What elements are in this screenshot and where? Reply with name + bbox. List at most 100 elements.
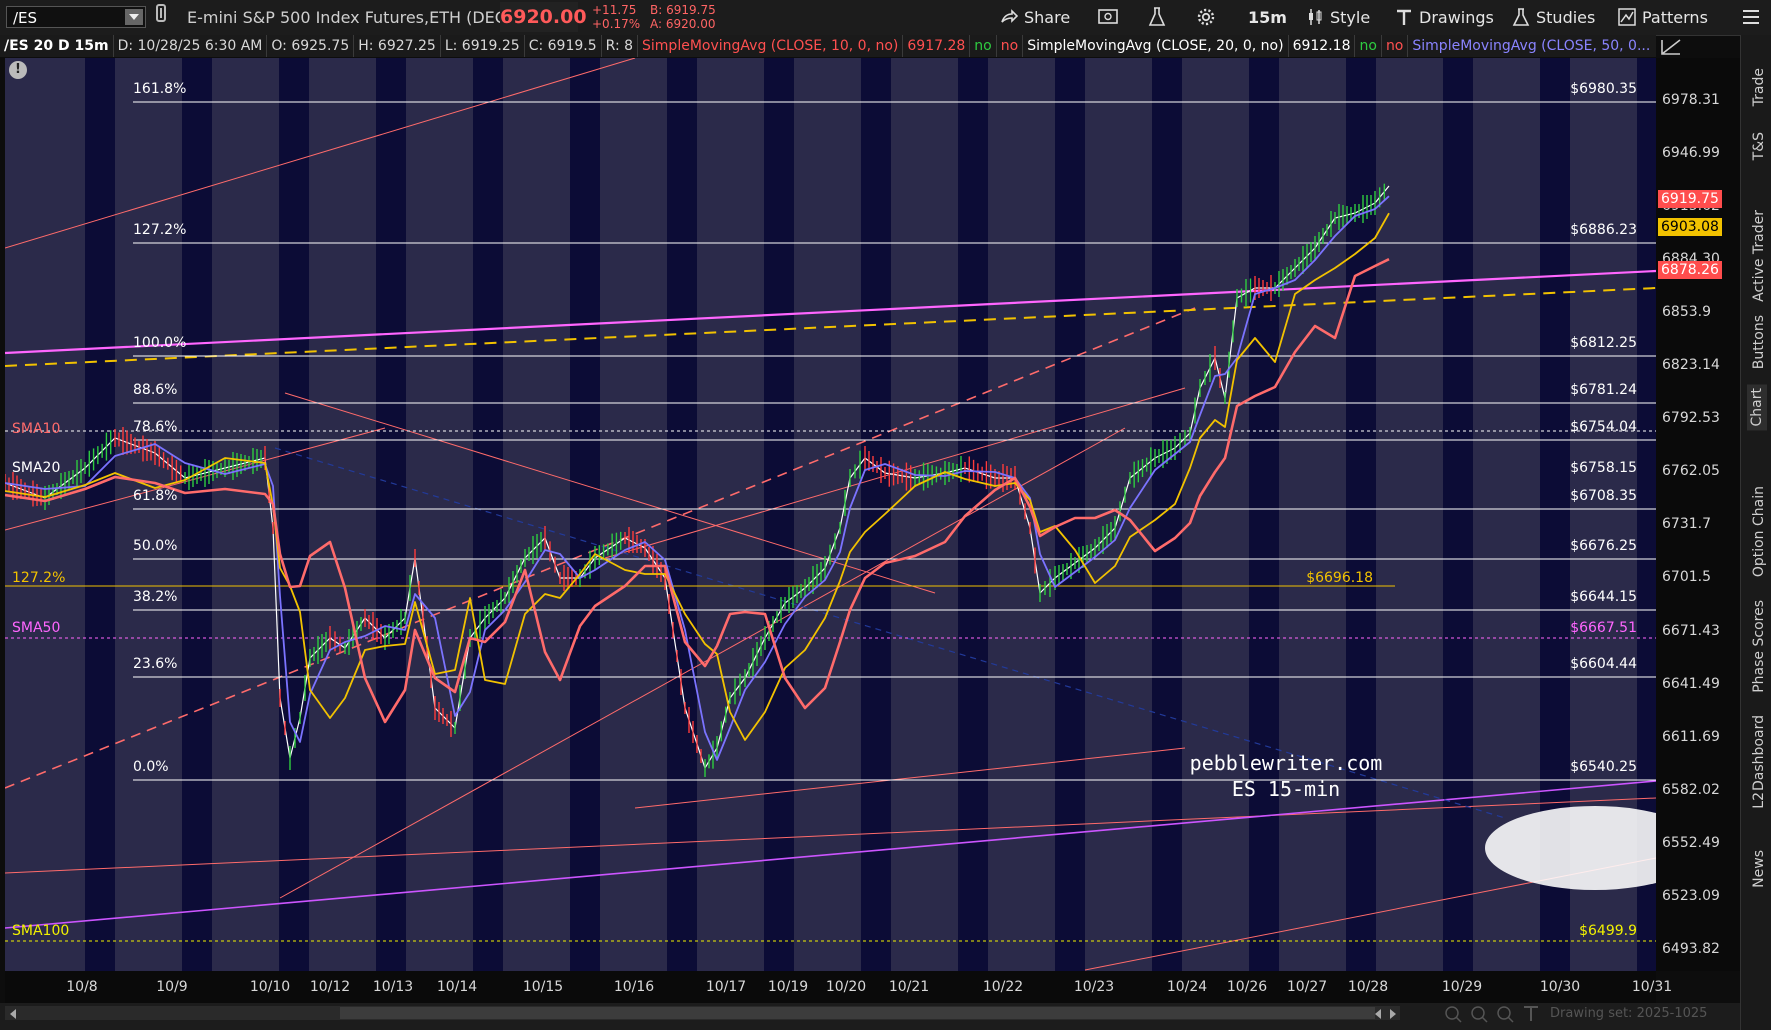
bar-high: H: 6927.25	[354, 35, 441, 57]
timeframe-selector[interactable]: 15m	[1248, 0, 1287, 35]
symbol-text: /ES	[13, 9, 38, 27]
fib-level-price: $6980.35	[1570, 81, 1637, 97]
price-axis-label: 6671.43	[1662, 622, 1720, 639]
time-axis[interactable]: 10/8 10/9 10/10 10/12 10/13 10/14 10/15 10/16 10…	[5, 971, 1672, 1003]
time-axis-label: 10/29	[1441, 979, 1483, 995]
overnight-band	[85, 58, 115, 971]
grid-icon[interactable]	[1098, 0, 1118, 35]
flask-icon[interactable]	[1148, 0, 1166, 35]
overnight-band	[764, 58, 794, 971]
scroll-left-icon[interactable]	[8, 1006, 18, 1020]
scrollbar-thumb[interactable]	[340, 1007, 1375, 1019]
bid-ask: B: 6919.75 A: 6920.00	[650, 3, 716, 31]
ma-side-label: SMA50	[12, 620, 60, 636]
alert-icon[interactable]: !	[9, 61, 27, 79]
link-icon[interactable]	[155, 0, 167, 35]
price-axis-label: 6978.31	[1662, 91, 1720, 108]
share-label: Share	[1024, 8, 1071, 27]
text-t-icon	[1397, 9, 1411, 25]
expand-icon[interactable]	[1660, 38, 1682, 56]
overnight-band	[1152, 58, 1182, 971]
price-axis-label: 6853.9	[1662, 303, 1711, 320]
ma-side-label: SMA100	[12, 923, 69, 939]
price-axis-label: 6701.5	[1662, 569, 1711, 586]
side-tab-phase-scores[interactable]: Phase Scores	[1751, 600, 1767, 693]
fib-level-percent: 161.8%	[133, 81, 186, 97]
side-tab-buttons[interactable]: Buttons	[1751, 315, 1767, 369]
zoom-icons[interactable]	[1444, 1004, 1544, 1024]
time-axis-label: 10/26	[1226, 979, 1268, 995]
side-tab-t-s[interactable]: T&S	[1751, 132, 1767, 160]
price-axis-label: 6641.49	[1662, 675, 1720, 692]
fib-level-percent: 88.6%	[133, 382, 177, 398]
time-axis-label: 10/15	[522, 979, 564, 995]
chevron-down-icon[interactable]	[125, 9, 143, 25]
side-tab-l2[interactable]: L2	[1751, 792, 1767, 809]
price-chart[interactable]: 161.8% $6980.35 127.2% $6886.23 100.0% $6812.…	[5, 58, 1656, 971]
fib-level-price: $6708.35	[1570, 488, 1637, 504]
candlestick-icon	[1309, 9, 1322, 25]
overnight-band	[1346, 58, 1376, 971]
style-label: Style	[1330, 8, 1371, 27]
fib-level-percent: 38.2%	[133, 589, 177, 605]
sma10-flag: no	[970, 35, 997, 57]
ask-price: A: 6920.00	[650, 17, 716, 31]
overnight-band	[279, 58, 309, 971]
bar-date: D: 10/28/25 6:30 AM	[114, 35, 268, 57]
bar-low: L: 6919.25	[441, 35, 525, 57]
price-axis-label: 6792.53	[1662, 410, 1720, 427]
sma10-study-label[interactable]: SimpleMovingAvg (CLOSE, 10, 0, no)	[638, 35, 904, 57]
price-change: +11.75 +0.17%	[592, 3, 640, 31]
fib-level-price: $6812.25	[1570, 335, 1637, 351]
fib-level-percent: 127.2%	[133, 222, 186, 238]
price-axis-label: 6611.69	[1662, 728, 1720, 745]
studies-button[interactable]: Studies	[1512, 0, 1595, 35]
price-tag: 6919.75	[1658, 190, 1722, 208]
side-tab-chart[interactable]: Chart	[1747, 384, 1767, 431]
side-tab-dashboard[interactable]: Dashboard	[1751, 715, 1767, 791]
net-change: +11.75	[592, 3, 637, 17]
bar-range: R: 8	[602, 35, 639, 57]
overnight-band	[1249, 58, 1279, 971]
drawing-set-label: Drawing set: 2025-1025	[1550, 1006, 1708, 1021]
drawings-button[interactable]: Drawings	[1395, 0, 1494, 35]
symbol-selector[interactable]: /ES	[6, 6, 146, 28]
price-axis-label: 6823.14	[1662, 357, 1720, 373]
price-axis-label: 6493.82	[1662, 941, 1720, 958]
studies-label: Studies	[1536, 8, 1596, 27]
time-axis-label: 10/10	[249, 979, 291, 995]
price-axis-label: 6731.7	[1662, 516, 1711, 533]
overnight-band	[667, 58, 697, 971]
side-tab-news[interactable]: News	[1751, 850, 1767, 888]
share-button[interactable]: Share	[1000, 0, 1070, 35]
time-axis-label: 10/19	[767, 979, 809, 995]
time-axis-label: 10/16	[613, 979, 655, 995]
style-button[interactable]: Style	[1306, 0, 1370, 35]
side-tab-active-trader[interactable]: Active Trader	[1751, 210, 1767, 302]
scroll-left-icon-2[interactable]	[1373, 1006, 1383, 1020]
last-price: 6920.00	[500, 2, 587, 32]
time-axis-label: 10/12	[309, 979, 351, 995]
sma20-study-label[interactable]: SimpleMovingAvg (CLOSE, 20, 0, no)	[1023, 35, 1289, 57]
bid-price: B: 6919.75	[650, 3, 716, 17]
time-axis-label: 10/9	[156, 979, 188, 995]
time-axis-label: 10/27	[1286, 979, 1328, 995]
side-tab-option-chain[interactable]: Option Chain	[1751, 486, 1767, 577]
patterns-label: Patterns	[1642, 8, 1708, 27]
fib-level-price: $6676.25	[1570, 538, 1637, 554]
fib-level-percent: 0.0%	[133, 759, 169, 775]
time-axis-label: 10/13	[372, 979, 414, 995]
patterns-button[interactable]: Patterns	[1618, 0, 1708, 35]
scroll-right-icon[interactable]	[1388, 1006, 1398, 1020]
side-tab-trade[interactable]: Trade	[1751, 68, 1767, 106]
gear-icon[interactable]	[1196, 0, 1216, 35]
time-axis-label: 10/21	[888, 979, 930, 995]
fib-level-price: $6781.24	[1570, 382, 1637, 398]
menu-icon[interactable]	[1742, 0, 1760, 35]
time-axis-label: 10/8	[66, 979, 98, 995]
time-axis-label: 10/23	[1073, 979, 1115, 995]
pattern-icon	[1618, 8, 1636, 26]
time-axis-label: 10/22	[982, 979, 1024, 995]
level-price-label: $6696.18	[1306, 570, 1373, 586]
sma50-study-label[interactable]: SimpleMovingAvg (CLOSE, 50, 0...	[1408, 35, 1654, 57]
